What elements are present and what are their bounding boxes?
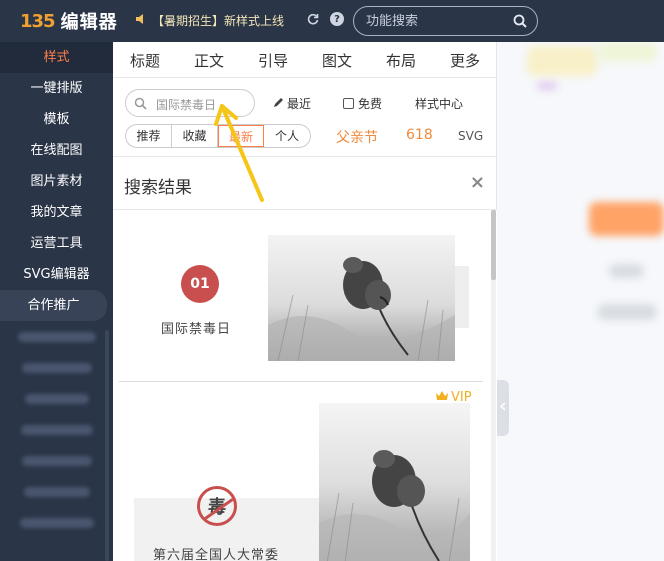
speaker-icon	[135, 13, 147, 28]
logo-mark: 135	[20, 10, 56, 32]
sidebar-item-blurred[interactable]	[0, 476, 113, 507]
sidebar-item-blurred[interactable]	[0, 414, 113, 445]
sidebar-item-one-click-layout[interactable]: 一键排版	[0, 73, 113, 104]
announcement-text: 【暑期招生】新样式上线	[152, 14, 285, 28]
decorative-strip	[455, 266, 469, 328]
sidebar-item-blurred[interactable]	[0, 383, 113, 414]
segment-personal[interactable]: 个人	[264, 125, 310, 147]
tag-fathers-day[interactable]: 父亲节	[336, 127, 378, 147]
sidebar-item-blurred[interactable]	[0, 507, 113, 538]
category-tabs: 标题 正文 引导 图文 布局 更多	[113, 42, 497, 78]
style-card[interactable]: 01 国际禁毒日	[119, 214, 485, 379]
function-search[interactable]	[353, 6, 538, 36]
function-search-input[interactable]	[366, 12, 506, 30]
filter-segments: 推荐 收藏 最新 个人	[125, 124, 311, 148]
tab-more[interactable]: 更多	[433, 42, 497, 77]
chevron-left-icon	[499, 401, 506, 414]
tab-image-text[interactable]: 图文	[305, 42, 369, 77]
recent-button[interactable]: 最近	[273, 95, 311, 112]
tag-618[interactable]: 618	[406, 127, 433, 143]
number-badge: 01	[181, 265, 219, 303]
sidebar-item-my-articles[interactable]: 我的文章	[0, 197, 113, 228]
free-label: 免费	[358, 97, 383, 111]
style-card[interactable]: VIP 毒 第六届全国人大常委	[119, 386, 485, 561]
poppy-photo	[319, 403, 470, 561]
checkbox-icon[interactable]	[343, 98, 354, 109]
sidebar-item-style[interactable]: 样式	[0, 42, 113, 73]
refresh-icon[interactable]	[306, 12, 320, 26]
help-icon[interactable]: ?	[330, 12, 344, 26]
blurred-decoration	[609, 264, 644, 278]
free-checkbox[interactable]: 免费	[343, 95, 382, 112]
search-results-header: 搜索结果 ×	[113, 156, 497, 210]
recent-label: 最近	[287, 97, 312, 111]
search-icon[interactable]	[513, 14, 527, 32]
search-results-list: 01 国际禁毒日 VIP 第六届全国人大常委	[113, 210, 497, 561]
style-search[interactable]	[125, 89, 255, 117]
tab-title[interactable]: 标题	[113, 42, 177, 77]
blurred-decoration	[537, 82, 557, 90]
sidebar-item-template[interactable]: 模板	[0, 104, 113, 135]
sidebar-item-blurred[interactable]	[0, 321, 113, 352]
top-bar: 135 编辑器 【暑期招生】新样式上线 ?	[0, 0, 664, 42]
tab-guide[interactable]: 引导	[241, 42, 305, 77]
logo-text: 编辑器	[60, 12, 118, 33]
style-search-input[interactable]	[156, 95, 248, 113]
segment-favorites[interactable]: 收藏	[172, 125, 218, 147]
sidebar-item-image-assets[interactable]: 图片素材	[0, 166, 113, 197]
divider	[119, 381, 483, 382]
sidebar-item-svg-editor[interactable]: SVG编辑器	[0, 259, 113, 290]
style-panel: 标题 正文 引导 图文 布局 更多 最近 免费 样式中心 推荐 收藏 最新	[113, 42, 497, 561]
toolbar-icons: ?	[306, 12, 344, 26]
search-results-title: 搜索结果	[124, 178, 192, 198]
poppy-photo	[268, 235, 455, 361]
sidebar: 样式 一键排版 模板 在线配图 图片素材 我的文章 运营工具 SVG编辑器 合作…	[0, 42, 113, 561]
sidebar-item-online-image[interactable]: 在线配图	[0, 135, 113, 166]
sidebar-item-ops-tools[interactable]: 运营工具	[0, 228, 113, 259]
announcement[interactable]: 【暑期招生】新样式上线	[135, 12, 284, 29]
sidebar-item-blurred[interactable]	[0, 445, 113, 476]
style-card-caption: 国际禁毒日	[161, 322, 232, 337]
tab-layout[interactable]: 布局	[369, 42, 433, 77]
style-card-caption: 第六届全国人大常委	[153, 548, 280, 561]
style-search-row: 最近 免费 样式中心	[125, 89, 495, 117]
close-icon[interactable]: ×	[470, 172, 485, 193]
no-drugs-icon: 毒	[197, 486, 237, 526]
tag-svg[interactable]: SVG	[458, 129, 483, 143]
style-center-link[interactable]: 样式中心	[415, 95, 463, 112]
search-icon	[134, 97, 147, 114]
segment-recommended[interactable]: 推荐	[126, 125, 172, 147]
blurred-decoration	[527, 46, 597, 76]
sidebar-scrollbar[interactable]	[105, 330, 109, 561]
blurred-decoration	[597, 42, 657, 62]
scrollbar-thumb[interactable]	[491, 210, 496, 280]
sidebar-item-partnership[interactable]: 合作推广	[0, 290, 107, 321]
blurred-decoration	[597, 304, 657, 320]
pencil-icon	[273, 97, 284, 111]
segment-latest[interactable]: 最新	[218, 125, 264, 147]
filter-row: 推荐 收藏 最新 个人 父亲节 618 SVG	[125, 124, 495, 148]
logo[interactable]: 135 编辑器	[20, 8, 118, 34]
sidebar-item-blurred[interactable]	[0, 352, 113, 383]
collapse-panel-button[interactable]	[497, 380, 509, 436]
results-scrollbar[interactable]	[491, 210, 496, 561]
blurred-decoration	[589, 202, 664, 236]
editor-canvas[interactable]	[497, 42, 664, 561]
tab-body[interactable]: 正文	[177, 42, 241, 77]
